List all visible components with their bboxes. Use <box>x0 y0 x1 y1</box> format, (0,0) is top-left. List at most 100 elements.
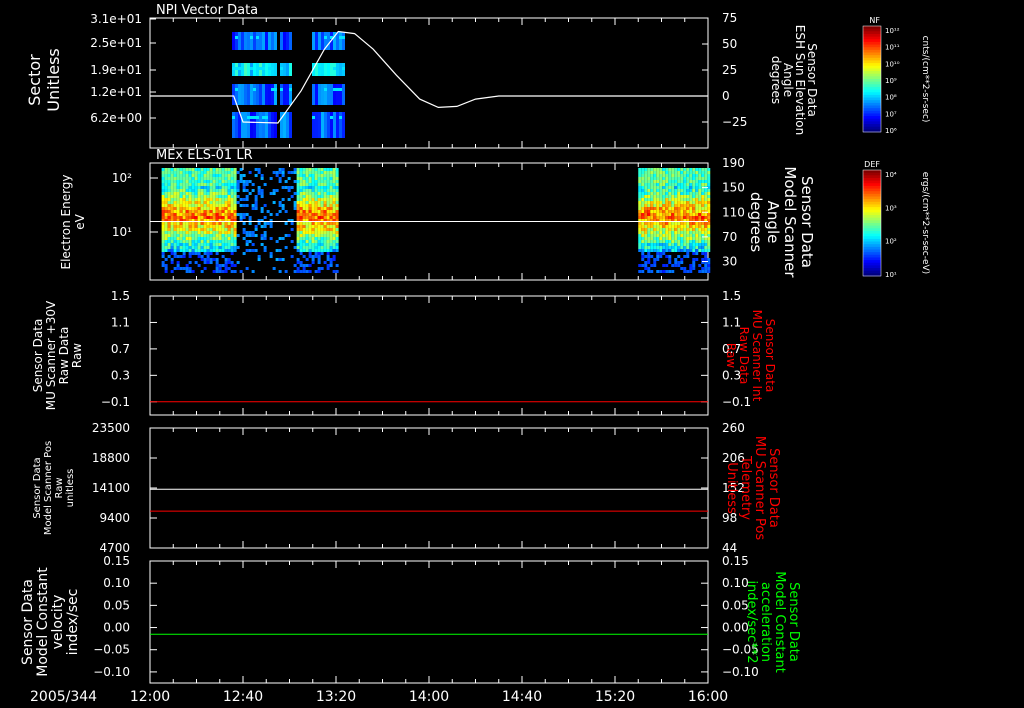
npi-spectrogram-cell <box>250 36 253 39</box>
els-spectrogram-cell <box>308 204 312 207</box>
els-spectrogram-cell <box>230 234 234 237</box>
els-spectrogram-cell <box>665 198 669 201</box>
els-spectrogram-cell <box>242 252 246 255</box>
els-spectrogram-cell <box>695 201 699 204</box>
els-spectrogram-cell <box>332 171 336 174</box>
panel-3-right-tick-label: −0.1 <box>722 395 751 409</box>
els-spectrogram-cell <box>296 246 300 249</box>
els-spectrogram-cell <box>659 189 663 192</box>
els-spectrogram-cell <box>638 246 642 249</box>
els-spectrogram-cell <box>188 171 192 174</box>
els-spectrogram-cell <box>236 186 240 189</box>
els-spectrogram-cell <box>299 204 303 207</box>
els-spectrogram-cell <box>656 222 660 225</box>
els-spectrogram-cell <box>188 249 192 252</box>
els-spectrogram-cell <box>677 201 681 204</box>
els-spectrogram-cell <box>653 183 657 186</box>
els-spectrogram-cell <box>665 240 669 243</box>
els-spectrogram-cell <box>170 174 174 177</box>
els-spectrogram-cell <box>317 189 321 192</box>
els-spectrogram-cell <box>326 267 330 270</box>
npi-spectrogram-cell <box>247 116 250 119</box>
els-spectrogram-cell <box>206 225 210 228</box>
els-spectrogram-cell <box>203 237 207 240</box>
els-spectrogram-cell <box>305 270 309 273</box>
els-spectrogram-cell <box>230 192 234 195</box>
els-spectrogram-cell <box>674 249 678 252</box>
els-spectrogram-cell <box>698 225 702 228</box>
els-spectrogram-cell <box>215 216 219 219</box>
npi-spectrogram-cell <box>315 112 318 138</box>
els-spectrogram-cell <box>692 183 696 186</box>
els-spectrogram-cell <box>203 204 207 207</box>
els-spectrogram-cell <box>197 195 201 198</box>
panel-2-right-tick-label: 150 <box>722 181 745 195</box>
els-spectrogram-cell <box>218 231 222 234</box>
els-spectrogram-cell <box>200 228 204 231</box>
els-spectrogram-cell <box>701 201 705 204</box>
els-spectrogram-cell <box>653 228 657 231</box>
els-spectrogram-cell <box>170 192 174 195</box>
els-spectrogram-cell <box>677 228 681 231</box>
els-spectrogram-cell <box>185 180 189 183</box>
els-spectrogram-cell <box>182 255 186 258</box>
els-spectrogram-cell <box>659 201 663 204</box>
els-spectrogram-cell <box>221 183 225 186</box>
colorbar-npi-tick-label: 10⁹ <box>885 77 897 85</box>
els-spectrogram-cell <box>296 204 300 207</box>
els-spectrogram-cell <box>299 207 303 210</box>
els-spectrogram-cell <box>224 213 228 216</box>
els-spectrogram-cell <box>701 240 705 243</box>
els-spectrogram-cell <box>680 231 684 234</box>
els-spectrogram-cell <box>680 240 684 243</box>
els-spectrogram-cell <box>182 201 186 204</box>
els-spectrogram-cell <box>335 228 339 231</box>
els-spectrogram-cell <box>170 213 174 216</box>
els-spectrogram-cell <box>209 195 213 198</box>
els-spectrogram-cell <box>218 264 222 267</box>
els-spectrogram-cell <box>671 231 675 234</box>
els-spectrogram-cell <box>218 204 222 207</box>
els-spectrogram-cell <box>299 249 303 252</box>
panel-frame-5 <box>149 560 709 684</box>
els-spectrogram-cell <box>662 177 666 180</box>
els-spectrogram-cell <box>644 171 648 174</box>
els-spectrogram-cell <box>647 171 651 174</box>
els-spectrogram-cell <box>278 168 282 171</box>
els-spectrogram-cell <box>188 207 192 210</box>
els-spectrogram-cell <box>680 180 684 183</box>
els-spectrogram-cell <box>239 177 243 180</box>
els-spectrogram-cell <box>656 174 660 177</box>
els-spectrogram-cell <box>290 255 294 258</box>
els-spectrogram-cell <box>698 246 702 249</box>
els-spectrogram-cell <box>314 225 318 228</box>
els-spectrogram-cell <box>317 225 321 228</box>
els-spectrogram-cell <box>659 204 663 207</box>
els-spectrogram-cell <box>698 234 702 237</box>
els-spectrogram-cell <box>638 192 642 195</box>
els-spectrogram-cell <box>197 264 201 267</box>
els-spectrogram-cell <box>185 237 189 240</box>
els-spectrogram-cell <box>311 258 315 261</box>
els-spectrogram-cell <box>701 237 705 240</box>
els-spectrogram-cell <box>206 198 210 201</box>
els-spectrogram-cell <box>323 231 327 234</box>
els-spectrogram-cell <box>656 255 660 258</box>
els-spectrogram-cell <box>305 189 309 192</box>
npi-spectrogram-cell <box>262 112 265 138</box>
els-spectrogram-cell <box>200 243 204 246</box>
els-spectrogram-cell <box>314 270 318 273</box>
els-spectrogram-cell <box>704 216 708 219</box>
els-spectrogram-cell <box>653 195 657 198</box>
els-spectrogram-cell <box>224 237 228 240</box>
els-spectrogram-cell <box>167 255 171 258</box>
els-spectrogram-cell <box>305 234 309 237</box>
els-spectrogram-cell <box>215 240 219 243</box>
els-spectrogram-cell <box>194 249 198 252</box>
els-spectrogram-cell <box>656 183 660 186</box>
npi-spectrogram-cell <box>256 112 259 138</box>
els-spectrogram-cell <box>320 186 324 189</box>
els-spectrogram-cell <box>695 237 699 240</box>
els-spectrogram-cell <box>686 204 690 207</box>
els-spectrogram-cell <box>665 264 669 267</box>
